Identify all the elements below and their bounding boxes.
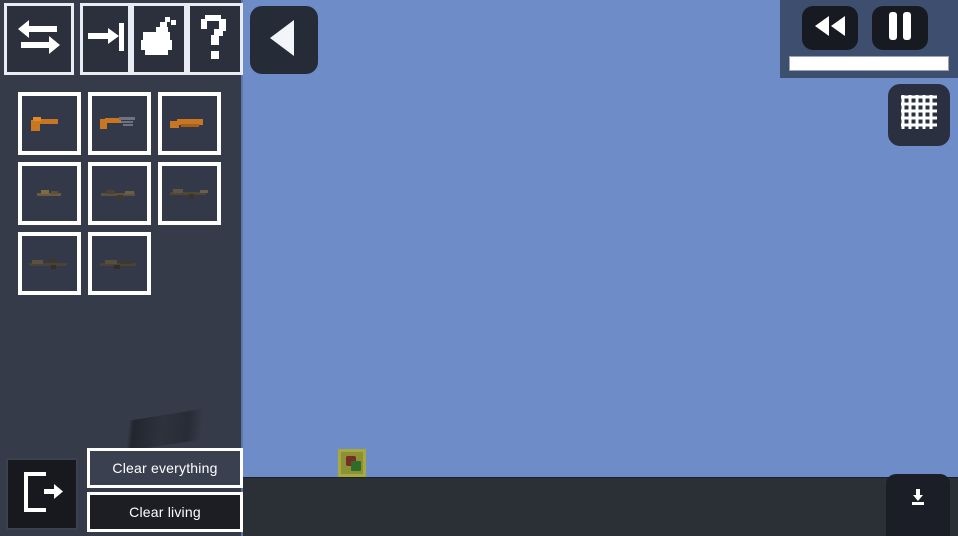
entity-core-green xyxy=(351,461,361,471)
smg-sprite xyxy=(97,113,143,135)
spawn-panel-button[interactable] xyxy=(886,474,950,536)
spray-can-icon xyxy=(138,15,180,64)
collapse-sidebar-button[interactable] xyxy=(250,6,318,74)
playback-buttons-row xyxy=(802,6,928,50)
playback-controls xyxy=(780,0,958,78)
pause-button[interactable] xyxy=(872,6,928,50)
spawned-entity[interactable] xyxy=(338,449,366,477)
pause-icon xyxy=(887,11,913,46)
help-tool-button[interactable] xyxy=(186,3,243,75)
weapon-slot-machine-gun[interactable] xyxy=(88,232,151,295)
clear-everything-button[interactable]: Clear everything xyxy=(87,448,243,488)
exit-button[interactable] xyxy=(6,458,78,530)
arrow-into-bar-icon xyxy=(87,17,124,62)
speed-slider-fill xyxy=(790,57,948,70)
grid-icon xyxy=(899,93,939,138)
weapon-inventory-grid xyxy=(18,92,233,295)
machine-gun-sprite xyxy=(97,253,143,275)
weapon-slot-battle-rifle[interactable] xyxy=(158,162,221,225)
exit-door-icon xyxy=(18,470,66,519)
game-screen: Clear everything Clear living xyxy=(0,0,958,536)
swap-arrows-icon xyxy=(15,17,63,62)
battle-rifle-sprite xyxy=(167,183,213,205)
rewind-button[interactable] xyxy=(802,6,858,50)
weapon-slot-carbine[interactable] xyxy=(18,162,81,225)
sidebar-toolbar xyxy=(0,0,243,78)
speed-slider[interactable] xyxy=(789,56,949,71)
rewind-icon xyxy=(812,14,848,43)
carbine-sprite xyxy=(27,183,73,205)
clear-living-button[interactable]: Clear living xyxy=(87,492,243,532)
weapon-slot-sniper-rifle[interactable] xyxy=(18,232,81,295)
assault-rifle-sprite xyxy=(97,183,143,205)
weapon-slot-sawed-off-shotgun[interactable] xyxy=(158,92,221,155)
insert-tool-button[interactable] xyxy=(80,3,131,75)
paint-tool-button[interactable] xyxy=(130,3,187,75)
weapon-slot-assault-rifle[interactable] xyxy=(88,162,151,225)
clear-living-label: Clear living xyxy=(129,504,201,520)
triangle-left-icon xyxy=(264,16,304,65)
grid-toggle-button[interactable] xyxy=(888,84,950,146)
weapon-slot-revolver[interactable] xyxy=(18,92,81,155)
background-weapon-sprite xyxy=(108,406,222,454)
sniper-rifle-sprite xyxy=(27,253,73,275)
left-sidebar: Clear everything Clear living xyxy=(0,0,243,536)
clear-everything-label: Clear everything xyxy=(112,460,218,476)
question-mark-icon xyxy=(199,13,231,66)
swap-tool-button[interactable] xyxy=(4,3,75,75)
download-icon xyxy=(910,488,926,511)
weapon-slot-smg[interactable] xyxy=(88,92,151,155)
sawed-off-shotgun-sprite xyxy=(167,113,213,135)
revolver-sprite xyxy=(27,113,73,135)
clear-actions-group: Clear everything Clear living xyxy=(87,448,243,532)
